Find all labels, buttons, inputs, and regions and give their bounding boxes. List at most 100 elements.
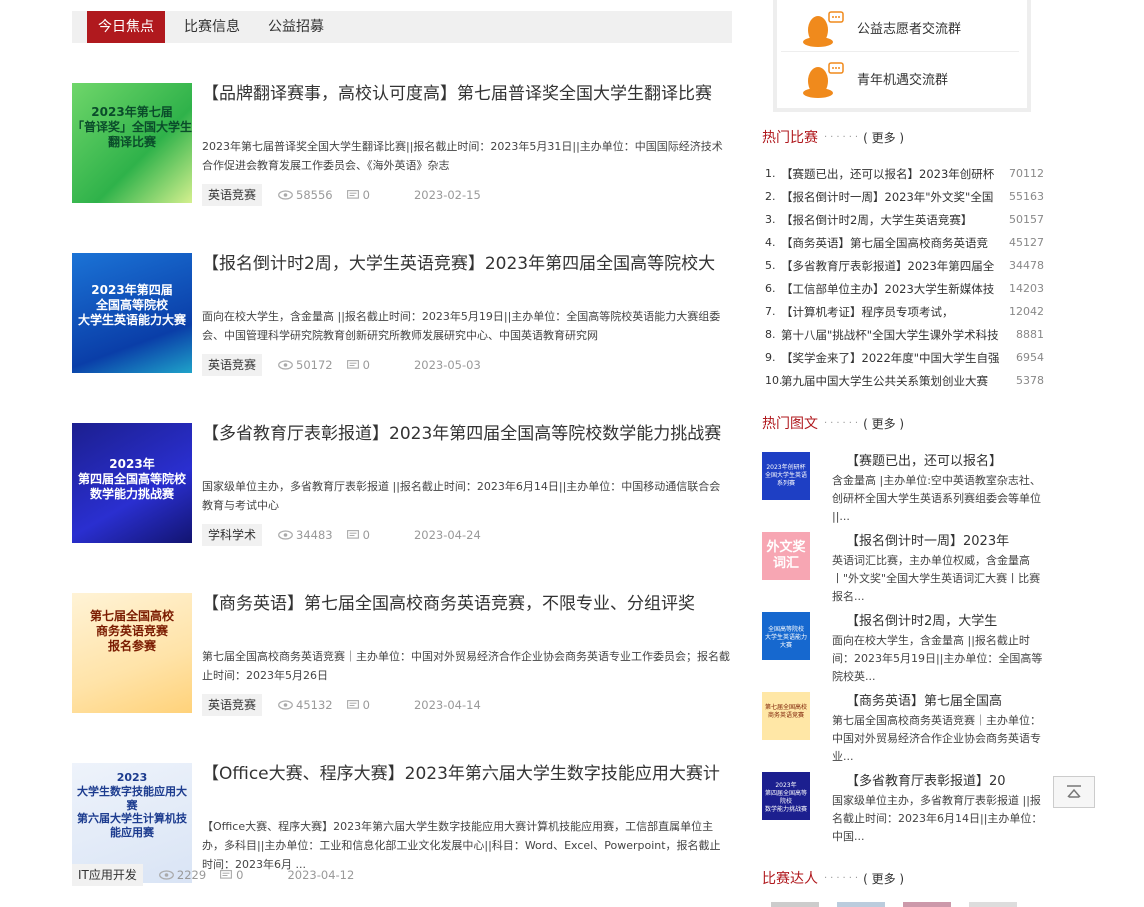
- article-tag[interactable]: 英语竞赛: [202, 694, 263, 716]
- article-desc: 第七届全国高校商务英语竞赛｜主办单位：中国对外贸易经济合作企业协会商务英语专业工…: [202, 650, 730, 682]
- tab-today-focus[interactable]: 今日焦点: [87, 11, 165, 43]
- list-item[interactable]: 9. 【奖学金来了】2022年度"中国大学生自强 6954: [762, 346, 1044, 369]
- pic-title[interactable]: 【报名倒计时2周，大学生: [846, 610, 1042, 629]
- article-desc: 2023年第七届普译奖全国大学生翻译比赛||报名截止时间：2023年5月31日|…: [202, 140, 723, 172]
- view-count: 34483: [296, 528, 333, 542]
- pic-thumbnail[interactable]: 第七届全国高校 商务英语竞赛: [762, 692, 810, 740]
- tab-charity-recruit[interactable]: 公益招募: [254, 11, 338, 43]
- section-title: 热门图文: [762, 416, 818, 432]
- list-item[interactable]: 10. 第九届中国大学生公共关系策划创业大赛 5378: [762, 369, 1044, 392]
- view-count: 45132: [296, 698, 333, 712]
- article-item: 2023 大学生数字技能应用大赛 第六届大学生计算机技能应用赛 【Office大…: [72, 763, 732, 886]
- comment-count: 0: [362, 188, 370, 202]
- avatar[interactable]: [903, 902, 951, 907]
- list-item[interactable]: 4. 【商务英语】第七届全国高校商务英语竞 45127: [762, 231, 1044, 254]
- comment-icon: [346, 359, 359, 369]
- article-tag[interactable]: 学科学术: [202, 524, 263, 546]
- article-date: 2023-04-14: [413, 698, 481, 712]
- view-count: 58556: [296, 188, 333, 202]
- article-title[interactable]: 【多省教育厅表彰报道】2023年第四届全国高等院校数学能力挑战赛: [202, 423, 732, 445]
- list-item[interactable]: 8. 第十八届"挑战杯"全国大学生课外学术科技 8881: [762, 323, 1044, 346]
- group-label: 公益志愿者交流群: [857, 22, 962, 37]
- article-date: 2023-04-24: [413, 528, 481, 542]
- comment-count: 0: [362, 528, 370, 542]
- pic-item: 第七届全国高校 商务英语竞赛 【商务英语】第七届全国高 第七届全国高校商务英语竞…: [762, 692, 1044, 770]
- pic-title[interactable]: 【报名倒计时一周】2023年: [846, 530, 1042, 549]
- article-meta: IT应用开发 2229 0 2023-04-12: [72, 864, 354, 886]
- article-item: 2023年第七届 「普译奖」全国大学生翻译比赛 【品牌翻译赛事，高校认可度高】第…: [72, 83, 732, 206]
- article-desc: 面向在校大学生，含金量高 ||报名截止时间：2023年5月19日||主办单位：全…: [202, 310, 721, 342]
- article-title[interactable]: 【品牌翻译赛事，高校认可度高】第七届普译奖全国大学生翻译比赛: [202, 83, 732, 105]
- list-item[interactable]: 1. 【赛题已出，还可以报名】2023年创研杯 70112: [762, 162, 1044, 185]
- group-item-volunteer[interactable]: 公益志愿者交流群: [781, 2, 1023, 50]
- pic-desc: 英语词汇比赛，主办单位权威，含金量高丨"外文奖"全国大学生英语词汇大赛丨比赛报名…: [832, 554, 1041, 603]
- pic-thumbnail[interactable]: 2023年 第四届全国高等院校 数学能力挑战赛: [762, 772, 810, 820]
- article-meta: 英语竞赛 50172 0 2023-05-03: [202, 354, 481, 376]
- article-title[interactable]: 【商务英语】第七届全国高校商务英语竞赛，不限专业、分组评奖: [202, 593, 732, 615]
- article-thumbnail[interactable]: 2023年第七届 「普译奖」全国大学生翻译比赛: [72, 83, 192, 203]
- more-link[interactable]: ( 更多 ): [863, 129, 904, 146]
- article-tag[interactable]: 英语竞赛: [202, 354, 263, 376]
- tab-contest-info[interactable]: 比赛信息: [170, 11, 254, 43]
- comment-count: 0: [362, 358, 370, 372]
- avatar[interactable]: [837, 902, 885, 907]
- article-thumbnail[interactable]: 2023年第四届 全国高等院校 大学生英语能力大赛: [72, 253, 192, 373]
- group-panel: 公益志愿者交流群 青年机遇交流群: [773, 0, 1031, 112]
- talent-avatars: [771, 902, 1017, 907]
- comment-count: 0: [362, 698, 370, 712]
- list-item[interactable]: 2. 【报名倒计时一周】2023年"外文奖"全国 55163: [762, 185, 1044, 208]
- article-thumbnail[interactable]: 2023年 第四届全国高等院校 数学能力挑战赛: [72, 423, 192, 543]
- eye-icon: [278, 360, 293, 370]
- comment-icon: [346, 189, 359, 199]
- article-thumbnail[interactable]: 第七届全国高校 商务英语竞赛 报名参赛: [72, 593, 192, 713]
- avatar[interactable]: [771, 902, 819, 907]
- list-item[interactable]: 5. 【多省教育厅表彰报道】2023年第四届全 34478: [762, 254, 1044, 277]
- view-count: 2229: [176, 868, 207, 882]
- hot-pics-header: 热门图文 ······ ( 更多 ): [762, 413, 904, 433]
- more-link[interactable]: ( 更多 ): [863, 415, 904, 432]
- article-title[interactable]: 【报名倒计时2周，大学生英语竞赛】2023年第四届全国高等院校大: [202, 253, 732, 275]
- article-date: 2023-05-03: [413, 358, 481, 372]
- hot-contests-list: 1. 【赛题已出，还可以报名】2023年创研杯 70112 2. 【报名倒计时一周】2…: [762, 162, 1044, 392]
- tab-bar: 今日焦点 比赛信息 公益招募: [72, 11, 732, 43]
- qq-penguin-icon: [803, 11, 844, 47]
- pic-title[interactable]: 【商务英语】第七届全国高: [846, 690, 1042, 709]
- article-item: 2023年 第四届全国高等院校 数学能力挑战赛 【多省教育厅表彰报道】2023年…: [72, 423, 732, 546]
- article-title[interactable]: 【Office大赛、程序大赛】2023年第六届大学生数字技能应用大赛计: [202, 763, 732, 785]
- list-item[interactable]: 3. 【报名倒计时2周，大学生英语竞赛】 50157: [762, 208, 1044, 231]
- pic-desc: 面向在校大学生，含金量高 ||报名截止时间：2023年5月19日||主办单位：全…: [832, 634, 1043, 683]
- eye-icon: [158, 870, 174, 880]
- eye-icon: [278, 700, 293, 710]
- more-link[interactable]: ( 更多 ): [863, 870, 904, 887]
- article-meta: 英语竞赛 58556 0 2023-02-15: [202, 184, 481, 206]
- pic-title[interactable]: 【多省教育厅表彰报道】20: [846, 770, 1042, 789]
- pic-desc: 含金量高 |主办单位:空中英语教室杂志社、创研杯全国大学生英语系列赛组委会等单位…: [832, 474, 1041, 523]
- pic-desc: 第七届全国高校商务英语竞赛｜主办单位：中国对外贸易经济合作企业协会商务英语专业.…: [832, 714, 1041, 763]
- pic-thumbnail[interactable]: 2023年创研杯全国大学生英语系列赛: [762, 452, 810, 500]
- list-item[interactable]: 6. 【工信部单位主办】2023大学生新媒体技 14203: [762, 277, 1044, 300]
- comment-icon: [220, 869, 233, 879]
- article-date: 2023-04-12: [287, 868, 355, 882]
- article-meta: 学科学术 34483 0 2023-04-24: [202, 524, 481, 546]
- article-item: 第七届全国高校 商务英语竞赛 报名参赛 【商务英语】第七届全国高校商务英语竞赛，…: [72, 593, 732, 716]
- article-tag[interactable]: 英语竞赛: [202, 184, 263, 206]
- pic-thumbnail[interactable]: 全国高等院校 大学生英语能力大赛: [762, 612, 810, 660]
- back-to-top-button[interactable]: [1053, 776, 1095, 808]
- comment-icon: [346, 699, 359, 709]
- pic-title[interactable]: 【赛题已出，还可以报名】: [846, 450, 1042, 469]
- pic-thumbnail[interactable]: 外文奖 词汇: [762, 532, 810, 580]
- arrow-up-icon: [1067, 785, 1081, 798]
- article-meta: 英语竞赛 45132 0 2023-04-14: [202, 694, 481, 716]
- group-item-youth[interactable]: 青年机遇交流群: [781, 53, 1023, 101]
- article-item: 2023年第四届 全国高等院校 大学生英语能力大赛 【报名倒计时2周，大学生英语…: [72, 253, 732, 376]
- group-label: 青年机遇交流群: [857, 73, 949, 88]
- article-desc: 国家级单位主办，多省教育厅表彰报道 ||报名截止时间：2023年6月14日||主…: [202, 480, 721, 512]
- list-item[interactable]: 7. 【计算机考证】程序员专项考试， 12042: [762, 300, 1044, 323]
- pic-item: 2023年创研杯全国大学生英语系列赛 【赛题已出，还可以报名】 含金量高 |主办…: [762, 452, 1044, 530]
- qq-penguin-icon: [803, 62, 844, 98]
- talents-header: 比赛达人 ······ ( 更多 ): [762, 868, 904, 888]
- article-tag[interactable]: IT应用开发: [72, 864, 143, 886]
- avatar[interactable]: [969, 902, 1017, 907]
- eye-icon: [278, 190, 293, 200]
- hot-contests-header: 热门比赛 ······ ( 更多 ): [762, 127, 904, 147]
